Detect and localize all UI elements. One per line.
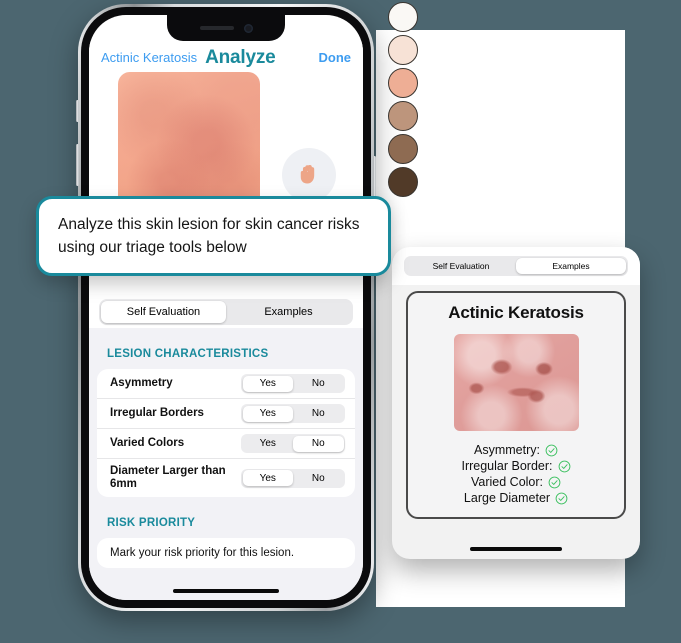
table-row: Diameter Larger than 6mm Yes No [97, 459, 355, 497]
list-item: Large Diameter [464, 491, 568, 505]
phone-silent-switch[interactable] [76, 100, 79, 122]
row-label-diameter-larger-than-6mm: Diameter Larger than 6mm [110, 465, 226, 490]
risk-priority-card[interactable]: Mark your risk priority for this lesion. [97, 538, 355, 568]
tab-examples[interactable]: Examples [226, 301, 351, 323]
skin-tone-swatch-2[interactable] [388, 35, 418, 65]
skin-tone-swatch-3[interactable] [388, 68, 418, 98]
skin-tone-swatch-1[interactable] [388, 2, 418, 32]
check-circle-icon [558, 460, 570, 472]
phone-segmented-control: Self Evaluation Examples [99, 299, 353, 325]
skin-tone-swatch-column [388, 2, 420, 197]
tablet-tab-examples[interactable]: Examples [516, 258, 626, 274]
section-header-lesion-characteristics: LESION CHARACTERISTICS [107, 348, 269, 360]
example-card-title: Actinic Keratosis [448, 303, 584, 322]
tab-self-evaluation[interactable]: Self Evaluation [101, 301, 226, 323]
phone-notch [167, 15, 285, 41]
diameter-yesno-toggle: Yes No [241, 468, 345, 488]
asymmetry-yes-option[interactable]: Yes [242, 375, 293, 392]
irregular-borders-yes-option[interactable]: Yes [242, 405, 293, 422]
check-circle-icon [548, 476, 561, 488]
callout-tooltip: Analyze this skin lesion for skin cancer… [36, 196, 391, 276]
tablet-home-indicator[interactable] [470, 547, 562, 551]
row-label-varied-colors: Varied Colors [110, 437, 185, 449]
callout-text: Analyze this skin lesion for skin cancer… [58, 216, 360, 256]
table-row: Varied Colors Yes No [97, 429, 355, 459]
front-camera-icon [243, 23, 253, 33]
table-row: Asymmetry Yes No [97, 369, 355, 399]
irregular-borders-no-option[interactable]: No [293, 406, 344, 422]
table-row: Irregular Borders Yes No [97, 399, 355, 429]
page-title: Analyze [205, 46, 276, 68]
criteria-label-irregular-border: Irregular Border: [461, 459, 553, 473]
diameter-no-option[interactable]: No [293, 470, 344, 486]
asymmetry-no-option[interactable]: No [293, 376, 344, 392]
phone-volume-up-button[interactable] [76, 144, 79, 186]
criteria-label-large-diameter: Large Diameter [463, 491, 551, 505]
raised-hand-icon [300, 165, 315, 184]
lesion-characteristics-card: Asymmetry Yes No Irregular Borders Yes N… [97, 369, 355, 497]
app-content-body: LESION CHARACTERISTICS Asymmetry Yes No … [89, 328, 363, 600]
risk-priority-text: Mark your risk priority for this lesion. [110, 547, 295, 559]
done-button[interactable]: Done [319, 50, 352, 65]
varied-colors-no-option[interactable]: No [293, 435, 344, 452]
check-circle-icon [545, 444, 558, 456]
phone-screen: Actinic Keratosis Analyze Done Self Eval… [89, 15, 363, 600]
phone-home-indicator[interactable] [173, 588, 279, 593]
asymmetry-yesno-toggle: Yes No [241, 374, 345, 393]
diameter-yes-option[interactable]: Yes [242, 470, 293, 486]
tablet-tab-self-evaluation[interactable]: Self Evaluation [406, 258, 516, 274]
section-header-risk-priority: RISK PRIORITY [107, 517, 196, 529]
varied-colors-yesno-toggle: Yes No [241, 434, 345, 453]
irregular-borders-yesno-toggle: Yes No [241, 404, 345, 423]
row-label-asymmetry: Asymmetry [110, 377, 173, 389]
example-lesion-photo [453, 334, 579, 431]
list-item: Irregular Border: [461, 459, 570, 473]
example-card: Actinic Keratosis Asymmetry: Irregular B… [406, 291, 626, 519]
criteria-label-varied-color: Varied Color: [470, 475, 544, 489]
tablet-segmented-control: Self Evaluation Examples [404, 256, 628, 276]
skin-tone-swatch-4[interactable] [388, 101, 418, 131]
skin-tone-swatch-6[interactable] [388, 167, 418, 197]
speaker-grille-icon [199, 26, 234, 30]
phone-device-mockup: Actinic Keratosis Analyze Done Self Eval… [76, 4, 376, 611]
tablet-device-mockup: Self Evaluation Examples Actinic Keratos… [392, 247, 640, 559]
criteria-label-asymmetry: Asymmetry: [474, 443, 540, 457]
raised-hand-button[interactable] [282, 148, 336, 202]
list-item: Varied Color: [471, 475, 561, 489]
list-item: Asymmetry: [474, 443, 558, 457]
example-criteria-list: Asymmetry: Irregular Border: Varied Colo… [418, 443, 614, 505]
check-circle-icon [555, 492, 568, 504]
tablet-tabs-container: Self Evaluation Examples [392, 247, 640, 285]
varied-colors-yes-option[interactable]: Yes [243, 436, 294, 452]
back-link[interactable]: Actinic Keratosis [101, 50, 197, 65]
skin-tone-swatch-5[interactable] [388, 134, 418, 164]
tablet-content-body: Actinic Keratosis Asymmetry: Irregular B… [392, 285, 640, 519]
row-label-irregular-borders: Irregular Borders [110, 407, 204, 419]
